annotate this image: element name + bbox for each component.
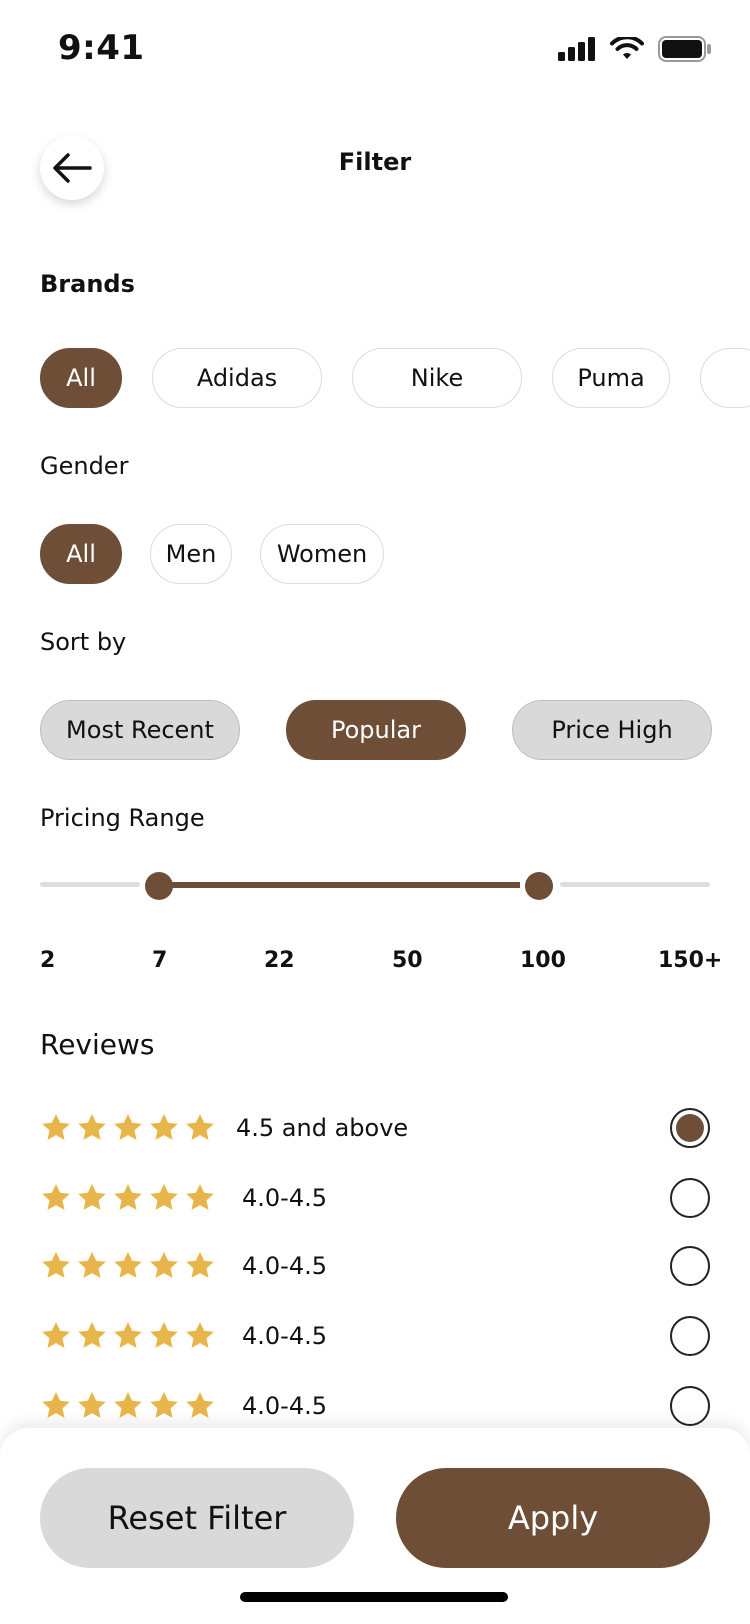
price-tick: 7 [152,948,168,973]
star-icon [78,1392,106,1418]
price-tick: 100 [520,948,566,973]
gender-chips: All Men Women [40,524,384,584]
brand-chip-all[interactable]: All [40,348,122,408]
home-indicator [240,1592,508,1602]
apply-button[interactable]: Apply [396,1468,710,1568]
signal-icon [558,37,595,61]
star-icon [186,1252,214,1278]
star-rating [40,1390,216,1422]
star-icon [78,1184,106,1210]
brand-chip-adidas[interactable]: Adidas [152,348,322,408]
price-tick: 2 [40,948,56,973]
star-icon [150,1392,178,1418]
wifi-icon [610,37,644,59]
reset-filter-button[interactable]: Reset Filter [40,1468,354,1568]
star-icon [42,1184,70,1210]
star-icon [78,1322,106,1348]
slider-max-handle[interactable] [525,872,553,900]
page-title: Filter [338,148,412,176]
star-icon [114,1252,142,1278]
star-icon [114,1322,142,1348]
star-icon [150,1184,178,1210]
star-icon [114,1114,142,1140]
star-icon [42,1114,70,1140]
star-icon [78,1114,106,1140]
star-rating [40,1320,216,1352]
pricing-range-title: Pricing Range [40,804,205,832]
radio-selected-dot [676,1114,704,1142]
brands-title: Brands [40,270,135,298]
radio-button[interactable] [670,1246,710,1286]
radio-button[interactable] [670,1386,710,1426]
review-label: 4.0-4.5 [242,1184,327,1212]
status-time: 9:41 [58,28,145,68]
star-icon [186,1184,214,1210]
price-tick: 22 [264,948,295,973]
gender-chip-women[interactable]: Women [260,524,384,584]
star-icon [150,1322,178,1348]
reviews-title: Reviews [40,1028,155,1061]
sort-chips: Most Recent Popular Price High [40,700,712,760]
star-icon [114,1184,142,1210]
price-tick: 150+ [658,948,723,973]
radio-button[interactable] [670,1178,710,1218]
star-icon [42,1322,70,1348]
star-icon [186,1322,214,1348]
slider-min-handle[interactable] [145,872,173,900]
brand-chips: All Adidas Nike Puma [40,348,750,408]
slider-track-right [560,882,710,887]
review-option[interactable]: 4.0-4.5 [40,1314,710,1358]
brand-chip-more[interactable] [700,348,750,408]
star-icon [186,1114,214,1140]
review-option[interactable]: 4.0-4.5 [40,1176,710,1220]
slider-track-left [40,882,140,887]
brand-chip-nike[interactable]: Nike [352,348,522,408]
review-label: 4.5 and above [236,1114,409,1142]
star-icon [78,1252,106,1278]
price-tick: 50 [392,948,423,973]
status-icons [558,36,712,62]
slider-track-active [172,882,520,888]
review-label: 4.0-4.5 [242,1322,327,1350]
star-icon [150,1114,178,1140]
star-icon [42,1392,70,1418]
review-option[interactable]: 4.5 and above [40,1106,710,1150]
gender-chip-all[interactable]: All [40,524,122,584]
review-option[interactable]: 4.0-4.5 [40,1244,710,1288]
sort-chip-price-high[interactable]: Price High [512,700,712,760]
battery-icon [658,36,711,62]
review-label: 4.0-4.5 [242,1252,327,1280]
star-rating [40,1250,216,1282]
sort-by-title: Sort by [40,628,127,656]
sort-chip-most-recent[interactable]: Most Recent [40,700,240,760]
gender-chip-men[interactable]: Men [150,524,232,584]
star-icon [42,1252,70,1278]
review-label: 4.0-4.5 [242,1392,327,1420]
radio-button[interactable] [670,1108,710,1148]
star-icon [186,1392,214,1418]
sort-chip-popular[interactable]: Popular [286,700,466,760]
review-option[interactable]: 4.0-4.5 [40,1384,710,1428]
star-icon [150,1252,178,1278]
star-rating [40,1112,216,1144]
brand-chip-puma[interactable]: Puma [552,348,670,408]
star-icon [114,1392,142,1418]
radio-button[interactable] [670,1316,710,1356]
star-rating [40,1182,216,1214]
gender-title: Gender [40,452,129,480]
